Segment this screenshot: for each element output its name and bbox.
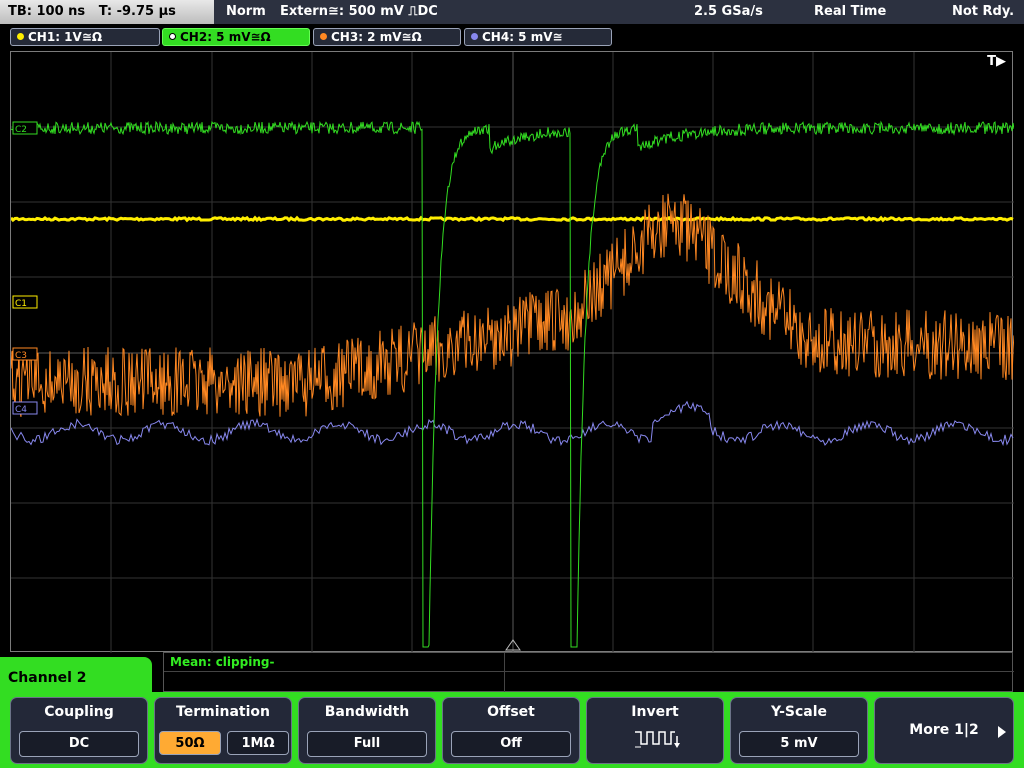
- offset-softkey[interactable]: Offset Off: [442, 697, 580, 764]
- more-softkey[interactable]: More 1|2: [874, 697, 1014, 764]
- trigger-source[interactable]: Extern≅: 500 mV ⎍DC: [280, 0, 438, 24]
- coupling-softkey[interactable]: Coupling DC: [10, 697, 148, 764]
- ch4-marker-label: C4: [15, 405, 27, 415]
- waveform-canvas: C1 C2 C3 C4: [11, 52, 1014, 653]
- invert-label: Invert: [631, 704, 679, 720]
- termination-label: Termination: [176, 704, 270, 720]
- bandwidth-value[interactable]: Full: [307, 731, 427, 757]
- measurement-result: Mean: clipping-: [170, 655, 275, 669]
- tab-channel-2[interactable]: CH2: 5 mV≅Ω: [162, 28, 310, 46]
- ch3-marker-label: C3: [15, 351, 27, 361]
- timebase-readout[interactable]: TB: 100 ns T: -9.75 µs: [0, 0, 214, 24]
- tab-channel-3[interactable]: CH3: 2 mV≅Ω: [313, 28, 461, 46]
- invert-softkey[interactable]: Invert: [586, 697, 724, 764]
- tab-channel-4[interactable]: CH4: 5 mV≅: [464, 28, 612, 46]
- termination-softkey[interactable]: Termination 50Ω 1MΩ: [154, 697, 292, 764]
- ch4-dot-icon: [471, 33, 478, 40]
- offset-value[interactable]: Off: [451, 731, 571, 757]
- invert-waveform-icon: [635, 731, 680, 748]
- tab-channel-2-label: CH2: 5 mV≅Ω: [180, 30, 271, 44]
- ch4-marker[interactable]: C4: [12, 401, 38, 415]
- bandwidth-softkey[interactable]: Bandwidth Full: [298, 697, 436, 764]
- ch1-marker[interactable]: C1: [12, 295, 38, 309]
- trigger-mode[interactable]: Norm: [226, 0, 266, 24]
- y-scale-label: Y-Scale: [770, 704, 827, 720]
- menu-title: Channel 2: [0, 657, 152, 697]
- measurement-divider: [164, 671, 1014, 672]
- y-scale-softkey[interactable]: Y-Scale 5 mV: [730, 697, 868, 764]
- ch1-waveform: [11, 215, 1014, 223]
- ch3-dot-icon: [320, 33, 327, 40]
- tab-channel-4-label: CH4: 5 mV≅: [482, 30, 563, 44]
- ch2-marker[interactable]: C2: [12, 121, 38, 135]
- measurement-panel: Mean: clipping-: [163, 652, 1014, 693]
- tab-channel-1-label: CH1: 1V≅Ω: [28, 30, 103, 44]
- next-page-arrow-icon: [998, 726, 1006, 738]
- trigger-offset-marker[interactable]: T▶: [987, 54, 1006, 69]
- termination-50-ohm-button[interactable]: 50Ω: [159, 731, 221, 755]
- ch1-dot-icon: [17, 33, 24, 40]
- waveform-display[interactable]: C1 C2 C3 C4 T▶: [10, 51, 1014, 653]
- acquisition-mode: Real Time: [814, 4, 887, 19]
- ch3-marker[interactable]: C3: [12, 347, 38, 361]
- ch1-marker-label: C1: [15, 299, 27, 309]
- status-bar: TB: 100 ns T: -9.75 µs Norm Extern≅: 500…: [0, 0, 1024, 24]
- ch2-marker-label: C2: [15, 125, 27, 135]
- coupling-value[interactable]: DC: [19, 731, 139, 757]
- more-label: More 1|2: [909, 722, 979, 738]
- ch2-dot-icon: [169, 33, 176, 40]
- tab-channel-1[interactable]: CH1: 1V≅Ω: [10, 28, 160, 46]
- termination-1m-ohm-button[interactable]: 1MΩ: [227, 731, 289, 755]
- y-scale-value[interactable]: 5 mV: [739, 731, 859, 757]
- bandwidth-label: Bandwidth: [324, 704, 410, 720]
- ready-state: Not Rdy.: [952, 4, 1015, 19]
- measurement-column-divider: [504, 653, 505, 693]
- channel-tabs: CH1: 1V≅Ω CH2: 5 mV≅Ω CH3: 2 mV≅Ω CH4: 5…: [0, 24, 1024, 48]
- sample-rate: 2.5 GSa/s: [694, 4, 763, 19]
- coupling-label: Coupling: [44, 704, 114, 720]
- tab-channel-3-label: CH3: 2 mV≅Ω: [331, 30, 422, 44]
- offset-label: Offset: [487, 704, 535, 720]
